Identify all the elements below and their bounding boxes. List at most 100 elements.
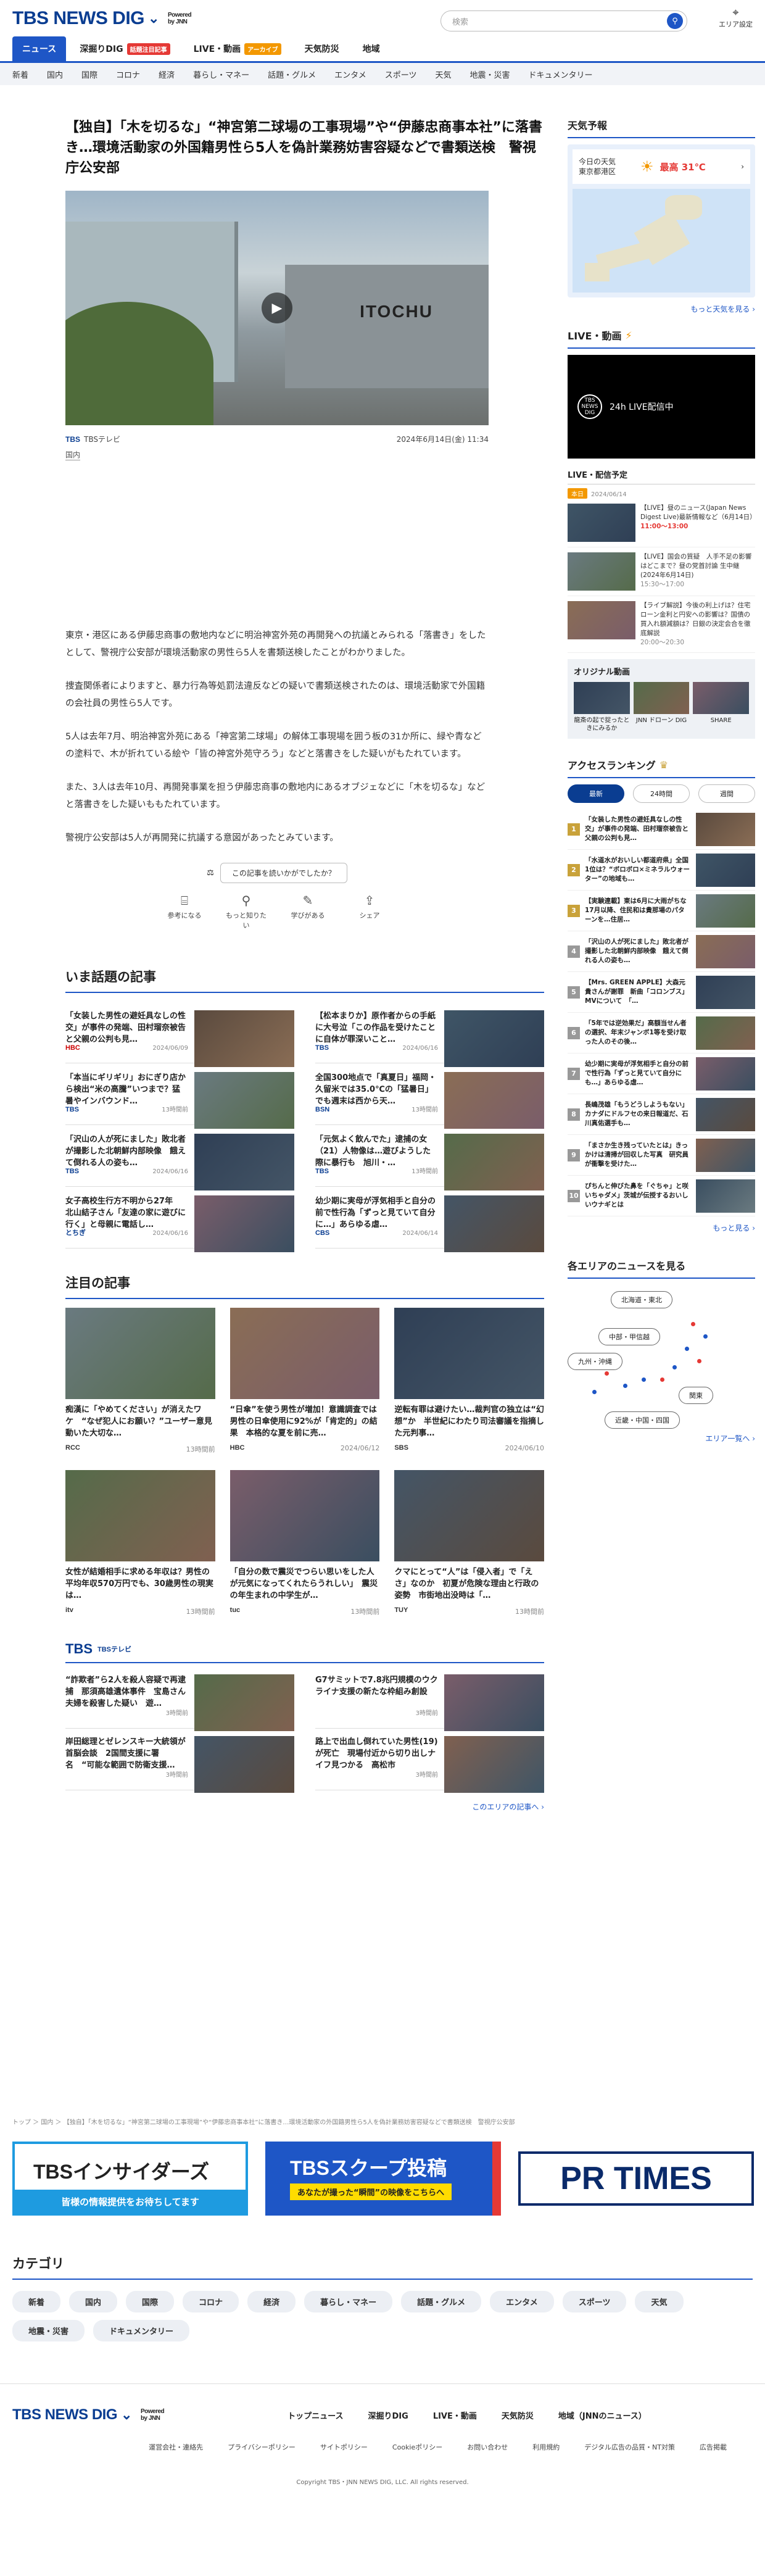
thumbnail-image[interactable] [194,1736,294,1793]
area-button[interactable]: 近畿・中国・四国 [605,1411,680,1429]
area-button[interactable]: 九州・沖縄 [568,1353,622,1370]
news-card[interactable]: 女子高校生行方不明から27年 北山結子さん「友達の家に遊びに行く」と母親に電話し… [65,1187,294,1252]
category-chip[interactable]: スポーツ [562,2291,627,2312]
feedback-option[interactable]: ⌸ 参考になる [163,893,206,930]
search-input[interactable]: 検索 ⚲ [440,10,687,31]
thumbnail-image[interactable] [568,552,635,591]
subnav-item[interactable]: 国際 [81,69,97,80]
live-schedule-item[interactable]: 【ライブ解説】今後の利上げは？住宅ローン金利と円安への影響は？国債の買入れ額減額… [568,596,755,653]
subnav-item[interactable]: 暮らし・マネー [193,69,249,80]
ranking-item[interactable]: 9 「まさか生き残っていたとは」きっかけは清掃が回収した写真 研究員が衝撃を受けた… [568,1135,755,1176]
category-chip[interactable]: エンタメ [490,2291,554,2312]
ranking-more-link[interactable]: もっと見る › [568,1223,755,1233]
ranking-item[interactable]: 6 「5年では逆効果だ」高額当せん者の選択、年末ジャンボ1等を受け取った人のその後… [568,1013,755,1053]
search-icon[interactable]: ⚲ [667,13,683,29]
thumbnail-image[interactable] [696,812,755,846]
area-list-link[interactable]: エリア一覧へ › [568,1433,755,1444]
weather-widget[interactable]: 今日の天気 東京都港区 ☀ 最高 31℃ › [568,144,755,297]
news-card[interactable]: 「自分の数で震災でつらい思いをした人が元気になってくれたらうれしい」 震災の年生… [230,1470,380,1616]
news-card[interactable]: 路上で出血し倒れていた男性(19)が死亡 現場付近から切り出しナイフ見つかる 高… [315,1729,544,1793]
news-card[interactable]: 【松本まりか】原作者からの手紙に大号泣「この作品を受けたことに自体が罪深いこと…… [315,1002,544,1067]
thumbnail-image[interactable] [194,1072,294,1129]
category-chip[interactable]: 国際 [126,2291,175,2312]
thumbnail-image[interactable] [696,934,755,968]
thumbnail-image[interactable] [696,1138,755,1172]
thumbnail-image[interactable] [444,1134,544,1190]
article-category-link[interactable]: 国内 [65,449,81,460]
footer-sublink[interactable]: Cookieポリシー [392,2442,442,2452]
ranking-tab[interactable]: 最新 [568,784,624,803]
category-chip[interactable]: 暮らし・マネー [304,2291,393,2312]
subnav-item[interactable]: エンタメ [334,69,366,80]
feedback-option[interactable]: ⇪ シェア [348,893,391,930]
live-schedule-item[interactable]: 【LIVE】昼のニュース(Japan News Digest Live)最新情報… [568,499,756,547]
footer-link[interactable]: LIVE・動画 [433,2409,477,2421]
original-video-card[interactable]: JNN ドローン DIG [633,682,690,733]
thumbnail-image[interactable] [568,601,635,639]
thumbnail-image[interactable] [696,894,755,928]
thumbnail-image[interactable] [65,1470,215,1561]
thumbnail-image[interactable] [568,504,635,542]
nav-tab-3[interactable]: 天気防災 [295,36,349,61]
subnav-item[interactable]: コロナ [116,69,140,80]
ranking-item[interactable]: 5 【Mrs. GREEN APPLE】大森元貴さんが謝罪 新曲「コロンブス」MV… [568,972,755,1013]
news-card[interactable]: “詐欺者”ら2人を殺人容疑で再逮捕 那須高雄遺体事件 宝島さん夫婦を殺害した疑い… [65,1667,294,1731]
category-chip[interactable]: 経済 [247,2291,296,2312]
news-card[interactable]: 「沢山の人が死にました」敗北者が撮影した北朝鮮内部映像 餓えて倒れる人の姿も… T… [65,1125,294,1190]
category-chip[interactable]: ドキュメンタリー [93,2320,190,2341]
thumbnail-image[interactable] [230,1470,380,1561]
thumbnail-image[interactable] [444,1010,544,1067]
thumbnail-image[interactable] [696,1097,755,1131]
live-schedule-item[interactable]: 【LIVE】国会の質疑 人手不足の影響はどこまで？昼の党首討論 生中継(2024… [568,547,755,596]
thumbnail-image[interactable] [65,1308,215,1399]
play-icon[interactable]: ▶ [262,293,292,323]
nav-tab-0[interactable]: ニュース [12,36,67,61]
subnav-item[interactable]: スポーツ [385,69,417,80]
footer-logo[interactable]: TBS NEWS DIG ⌄ Powered by JNN [12,2406,165,2424]
footer-link[interactable]: トップニュース [287,2409,343,2421]
category-chip[interactable]: 地震・災害 [12,2320,85,2341]
ranking-item[interactable]: 3 【実験連載】東は6月に大雨がちな17月以降、住民和は貴那場のパターンを…住居… [568,891,755,931]
thumbnail-image[interactable] [696,1057,755,1091]
thumbnail-image[interactable] [394,1308,544,1399]
thumbnail-image[interactable] [444,1072,544,1129]
news-card[interactable]: クマにとって“人”は「侵入者」で「えさ」なのか 初夏が危険な理由と行政の姿勢 市… [394,1470,544,1616]
news-card[interactable]: 全国300地点で「真夏日」福岡・久留米では35.0℃の「猛暑日」でも週末は西から… [315,1063,544,1129]
subnav-item[interactable]: 経済 [159,69,175,80]
subnav-item[interactable]: 新着 [12,69,28,80]
site-logo[interactable]: TBS NEWS DIG ⌄ Powered by JNN [12,8,192,29]
ranking-item[interactable]: 10 ぴちんと伸びた鼻を「ぐちゃ」と咲いちゃダメ」茨城が伝授するおいしいウナギとは [568,1176,755,1216]
news-card[interactable]: 痴漢に「やめてください」が消えたワケ “なぜ犯人にお願い？”ユーザー意見動いた大… [65,1308,215,1454]
news-card[interactable]: 女性が結婚相手に求める年収は？男性の平均年収570万円でも、30歳男性の現実は…… [65,1470,215,1616]
footer-link[interactable]: 地域（JNNのニュース） [558,2409,647,2421]
category-chip[interactable]: 天気 [635,2291,684,2312]
news-card[interactable]: 岸田総理とゼレンスキー大統領が首脳会談 2国間支援に署名 “可能な範囲で防衛支援… [65,1729,294,1793]
footer-sublink[interactable]: サイトポリシー [320,2442,368,2452]
footer-sublink[interactable]: 運営会社・連絡先 [149,2442,203,2452]
breadcrumb[interactable]: トップ ＞ 国内 ＞ 【独自】「木を切るな」“神宮第二球場の工事現場”や“伊藤忠… [12,2117,753,2126]
thumbnail-image[interactable] [696,975,755,1009]
category-chip[interactable]: 話題・グルメ [401,2291,482,2312]
thumbnail-image[interactable] [194,1195,294,1252]
original-video-card[interactable]: SHARE [693,682,750,733]
thumbnail-image[interactable] [444,1674,544,1731]
nav-tab-1[interactable]: 深掘りDIG 話題注目記事 [70,36,180,61]
thumbnail-image[interactable] [194,1134,294,1190]
thumbnail-image[interactable] [574,682,630,714]
article-video[interactable]: ITOCHU ▶ [65,191,489,425]
footer-link[interactable]: 天気防災 [502,2409,534,2421]
ranking-item[interactable]: 8 長嶋茂雄「もうどうしようもない」カナダにドルフセの来日報道だ、石川真佑選手も… [568,1094,755,1135]
subnav-item[interactable]: 話題・グルメ [268,69,316,80]
footer-sublink[interactable]: 利用規約 [532,2442,560,2452]
feedback-option[interactable]: ⚲ もっと知りたい [225,893,268,930]
thumbnail-image[interactable] [696,1016,755,1050]
area-button[interactable]: 中部・甲信越 [598,1328,660,1345]
area-button[interactable]: 北海道・東北 [611,1291,672,1308]
weather-more-link[interactable]: もっと天気を見る › [568,304,755,314]
live-player[interactable]: TBS NEWS DIG 24h LIVE配信中 [568,355,755,459]
thumbnail-image[interactable] [693,682,750,714]
news-card[interactable]: 逆転有罪は避けたい…裁判官の独立は“幻想”か 半世紀にわたり司法審議を指摘した元… [394,1308,544,1454]
ranking-tab[interactable]: 24時間 [633,784,690,803]
ranking-item[interactable]: 4 「沢山の人が死にました」敗北者が撮影した北朝鮮内部映像 餓えて倒れる人の姿も… [568,931,755,972]
original-video-card[interactable]: 龍斎の起で捉ったときにみるか [574,682,630,733]
